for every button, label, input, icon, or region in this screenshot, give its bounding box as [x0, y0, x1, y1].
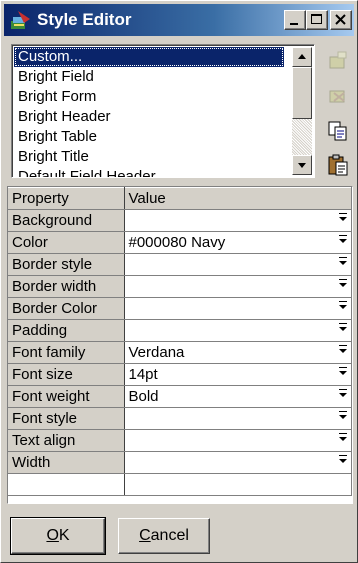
property-name: Padding	[8, 319, 125, 342]
style-list[interactable]: Custom... Bright Field Bright Form Bright H…	[11, 44, 315, 178]
arrow-up-icon	[298, 54, 306, 59]
style-list-item[interactable]: Bright Form	[14, 87, 284, 107]
ok-mnemonic: O	[46, 527, 59, 544]
property-row[interactable]: Color #000080 Navy	[8, 231, 352, 254]
property-value-cell[interactable]: Verdana	[124, 341, 352, 364]
paste-icon	[328, 154, 348, 176]
minimize-button[interactable]	[284, 10, 306, 30]
dropdown-arrow-icon[interactable]	[339, 323, 347, 331]
style-list-item[interactable]: Bright Table	[14, 127, 284, 147]
dropdown-arrow-icon[interactable]	[339, 455, 347, 463]
minimize-icon	[290, 23, 298, 25]
scroll-down-button[interactable]	[292, 155, 312, 175]
maximize-icon	[311, 14, 322, 24]
window-title: Style Editor	[37, 10, 132, 29]
property-row[interactable]: Border Color	[8, 297, 352, 320]
style-editor-app-icon	[11, 11, 30, 29]
property-value-cell[interactable]	[124, 319, 352, 342]
property-value-cell[interactable]	[124, 297, 352, 320]
dropdown-arrow-icon[interactable]	[339, 389, 347, 397]
property-grid-body: Background Color #000080 Navy Border style B…	[8, 209, 352, 496]
empty-row	[8, 473, 352, 496]
property-row[interactable]: Font family Verdana	[8, 341, 352, 364]
empty-cell	[124, 473, 352, 496]
copy-icon	[328, 121, 347, 141]
property-value: #000080 Navy	[128, 234, 226, 251]
dropdown-arrow-icon[interactable]	[339, 367, 347, 375]
style-list-item[interactable]: Default Field Header	[14, 167, 284, 177]
property-value-cell[interactable]	[124, 451, 352, 474]
style-list-item[interactable]: Custom...	[14, 47, 284, 67]
arrow-down-icon	[298, 163, 306, 168]
property-row[interactable]: Font weight Bold	[8, 385, 352, 408]
style-list-scrollbar[interactable]	[292, 47, 312, 175]
style-list-item[interactable]: Bright Header	[14, 107, 284, 127]
dropdown-arrow-icon[interactable]	[339, 433, 347, 441]
new-style-button[interactable]	[326, 49, 350, 73]
dropdown-arrow-icon[interactable]	[339, 345, 347, 353]
property-name: Font family	[8, 341, 125, 364]
property-name: Font weight	[8, 385, 125, 408]
property-value-cell[interactable]	[124, 275, 352, 298]
property-name: Border width	[8, 275, 125, 298]
empty-cell	[8, 473, 125, 496]
property-row[interactable]: Padding	[8, 319, 352, 342]
dropdown-arrow-icon[interactable]	[339, 213, 347, 221]
copy-button[interactable]	[326, 119, 350, 143]
ok-button[interactable]: OK	[10, 517, 106, 555]
property-name: Font size	[8, 363, 125, 386]
close-icon	[335, 14, 346, 25]
property-row[interactable]: Border width	[8, 275, 352, 298]
style-list-item[interactable]: Bright Field	[14, 67, 284, 87]
property-name: Background	[8, 209, 125, 232]
property-value-cell[interactable]	[124, 209, 352, 232]
dropdown-arrow-icon[interactable]	[339, 279, 347, 287]
property-row[interactable]: Font size 14pt	[8, 363, 352, 386]
paste-button[interactable]	[326, 153, 350, 177]
new-style-icon	[329, 51, 347, 69]
property-value-cell[interactable]	[124, 253, 352, 276]
property-row[interactable]: Border style	[8, 253, 352, 276]
style-editor-window: Style Editor Custom... Bright Field Bright…	[0, 0, 358, 563]
value-column-header[interactable]: Value	[124, 187, 352, 210]
property-value-cell[interactable]: 14pt	[124, 363, 352, 386]
property-value-cell[interactable]: #000080 Navy	[124, 231, 352, 254]
property-value: Bold	[128, 388, 159, 405]
property-grid[interactable]: Property Value Background Color #000080 Na…	[7, 186, 353, 504]
dropdown-arrow-icon[interactable]	[339, 411, 347, 419]
scroll-thumb[interactable]	[292, 67, 312, 119]
cancel-button[interactable]: Cancel	[118, 518, 210, 554]
property-name: Width	[8, 451, 125, 474]
delete-style-button[interactable]	[326, 83, 350, 107]
property-value-cell[interactable]: Bold	[124, 385, 352, 408]
property-name: Font style	[8, 407, 125, 430]
property-value-cell[interactable]	[124, 429, 352, 452]
dropdown-arrow-icon[interactable]	[339, 257, 347, 265]
style-list-item[interactable]: Bright Title	[14, 147, 284, 167]
ok-label-rest: K	[58, 527, 70, 544]
dropdown-arrow-icon[interactable]	[339, 235, 347, 243]
delete-style-icon	[329, 90, 345, 103]
property-row[interactable]: Background	[8, 209, 352, 232]
property-value: Verdana	[128, 344, 185, 361]
property-name: Border Color	[8, 297, 125, 320]
cancel-mnemonic: C	[139, 527, 151, 544]
property-column-header[interactable]: Property	[8, 187, 125, 210]
property-name: Border style	[8, 253, 125, 276]
scroll-up-button[interactable]	[292, 47, 312, 67]
property-row[interactable]: Width	[8, 451, 352, 474]
property-row[interactable]: Text align	[8, 429, 352, 452]
property-name: Color	[8, 231, 125, 254]
property-value: 14pt	[128, 366, 158, 383]
dropdown-arrow-icon[interactable]	[339, 301, 347, 309]
maximize-button[interactable]	[306, 10, 328, 30]
close-button[interactable]	[330, 10, 352, 30]
property-name: Text align	[8, 429, 125, 452]
property-value-cell[interactable]	[124, 407, 352, 430]
style-list-items: Custom... Bright Field Bright Form Bright H…	[14, 47, 284, 177]
cancel-label-rest: ancel	[150, 527, 189, 544]
title-bar[interactable]: Style Editor	[4, 4, 354, 36]
property-row[interactable]: Font style	[8, 407, 352, 430]
